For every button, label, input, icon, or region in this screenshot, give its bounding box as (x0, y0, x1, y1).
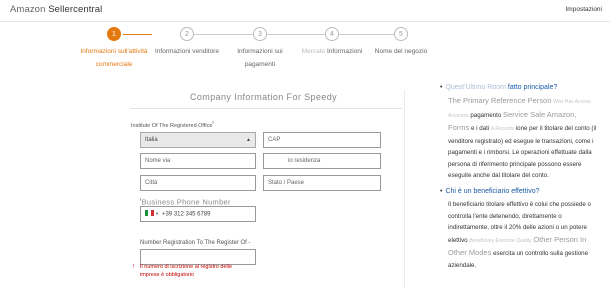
error-icon: ! (133, 264, 135, 270)
stepper-line (193, 34, 253, 35)
state-input[interactable]: Stato / Paese (263, 175, 381, 191)
step-label: Nome del negozio (374, 48, 428, 55)
step-seller-info[interactable]: 2 Informazioni venditore (147, 27, 227, 58)
bullet-icon: • (440, 84, 443, 91)
help-question-beneficial-owner[interactable]: • Chi è un beneficiario effettivo? (440, 187, 598, 196)
brand-secondary: Sellercentral (48, 4, 103, 15)
phone-input[interactable]: ▼ +39 312 345 6789 (140, 206, 256, 222)
country-select[interactable]: Italia ▲︎ (140, 132, 256, 148)
settings-link[interactable]: Impostazioni (566, 6, 603, 13)
stepper-line-done (123, 34, 152, 35)
stepper-line (339, 34, 400, 35)
step-number: 4 (325, 27, 339, 41)
bullet-icon: • (440, 188, 443, 195)
step-marketplace-info[interactable]: 4 Mercato Informazioni (292, 27, 372, 58)
registration-error-message: ! Il numero di iscrizione al registro de… (133, 264, 233, 278)
step-number: 2 (180, 27, 194, 41)
chevron-down-icon: ▼ (155, 211, 159, 216)
brand-primary: Amazon (10, 4, 46, 15)
step-label: Mercato Informazioni (301, 48, 363, 55)
stepper-line (266, 34, 329, 35)
top-bar: Amazon Sellercentral Impostazioni (0, 0, 610, 22)
step-store-name[interactable]: 5 Nome del negozio (361, 27, 441, 58)
help-question-primary-contact[interactable]: • Quest'Ultimo Room fatto principale? (440, 83, 598, 92)
registered-office-label: Institute Of The Registered Office! (131, 120, 214, 129)
chevron-down-icon: ▲︎ (246, 137, 251, 143)
brand-logo[interactable]: Amazon Sellercentral (10, 4, 102, 15)
registration-stepper: 1 Informazioni sull'attività commerciale … (75, 27, 445, 71)
step-label: Informazioni sui pagamenti (237, 48, 283, 68)
step-label: Informazioni venditore (155, 48, 219, 55)
italy-flag-icon[interactable] (145, 210, 154, 216)
step-number: 5 (394, 27, 408, 41)
street-input[interactable]: Nome via (140, 153, 256, 169)
panel-divider (404, 90, 405, 287)
help-beneficial-owner: • Chi è un beneficiario effettivo? Il ben… (440, 187, 598, 271)
form-divider (130, 108, 402, 109)
help-answer-primary-contact: The Primary Reference Person Who Has Acc… (448, 96, 597, 179)
step-number: 3 (253, 27, 267, 41)
cap-input[interactable]: CAP (263, 132, 381, 148)
city-input[interactable]: Città (140, 175, 256, 191)
step-number: 1 (107, 27, 121, 41)
form-title: Company Information For Speedy (190, 92, 338, 102)
step-label: Informazioni sull'attività commerciale (80, 48, 148, 68)
help-answer-beneficial-owner: Il beneficiario titolare effettivo è col… (448, 201, 591, 269)
help-primary-contact: • Quest'Ultimo Room fatto principale? The… (440, 83, 598, 182)
residence-input[interactable]: io residenza (263, 153, 381, 169)
registration-number-label: Number Registration To The Register Of - (140, 240, 251, 246)
